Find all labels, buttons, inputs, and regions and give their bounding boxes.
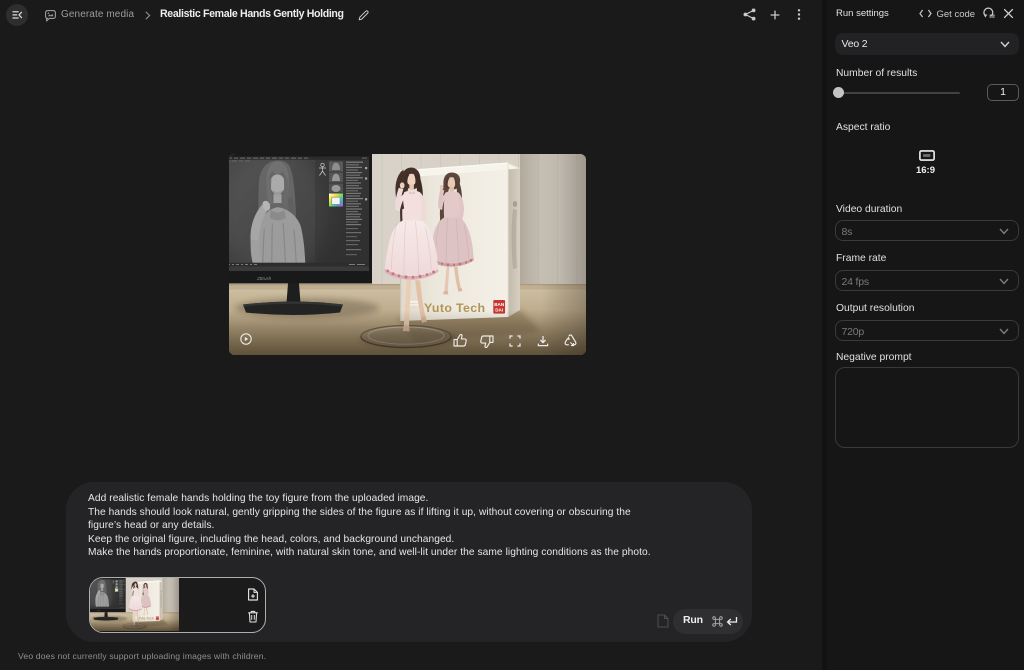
- svg-text:ZBrush: ZBrush: [256, 276, 272, 281]
- svg-text:BAN: BAN: [494, 302, 505, 307]
